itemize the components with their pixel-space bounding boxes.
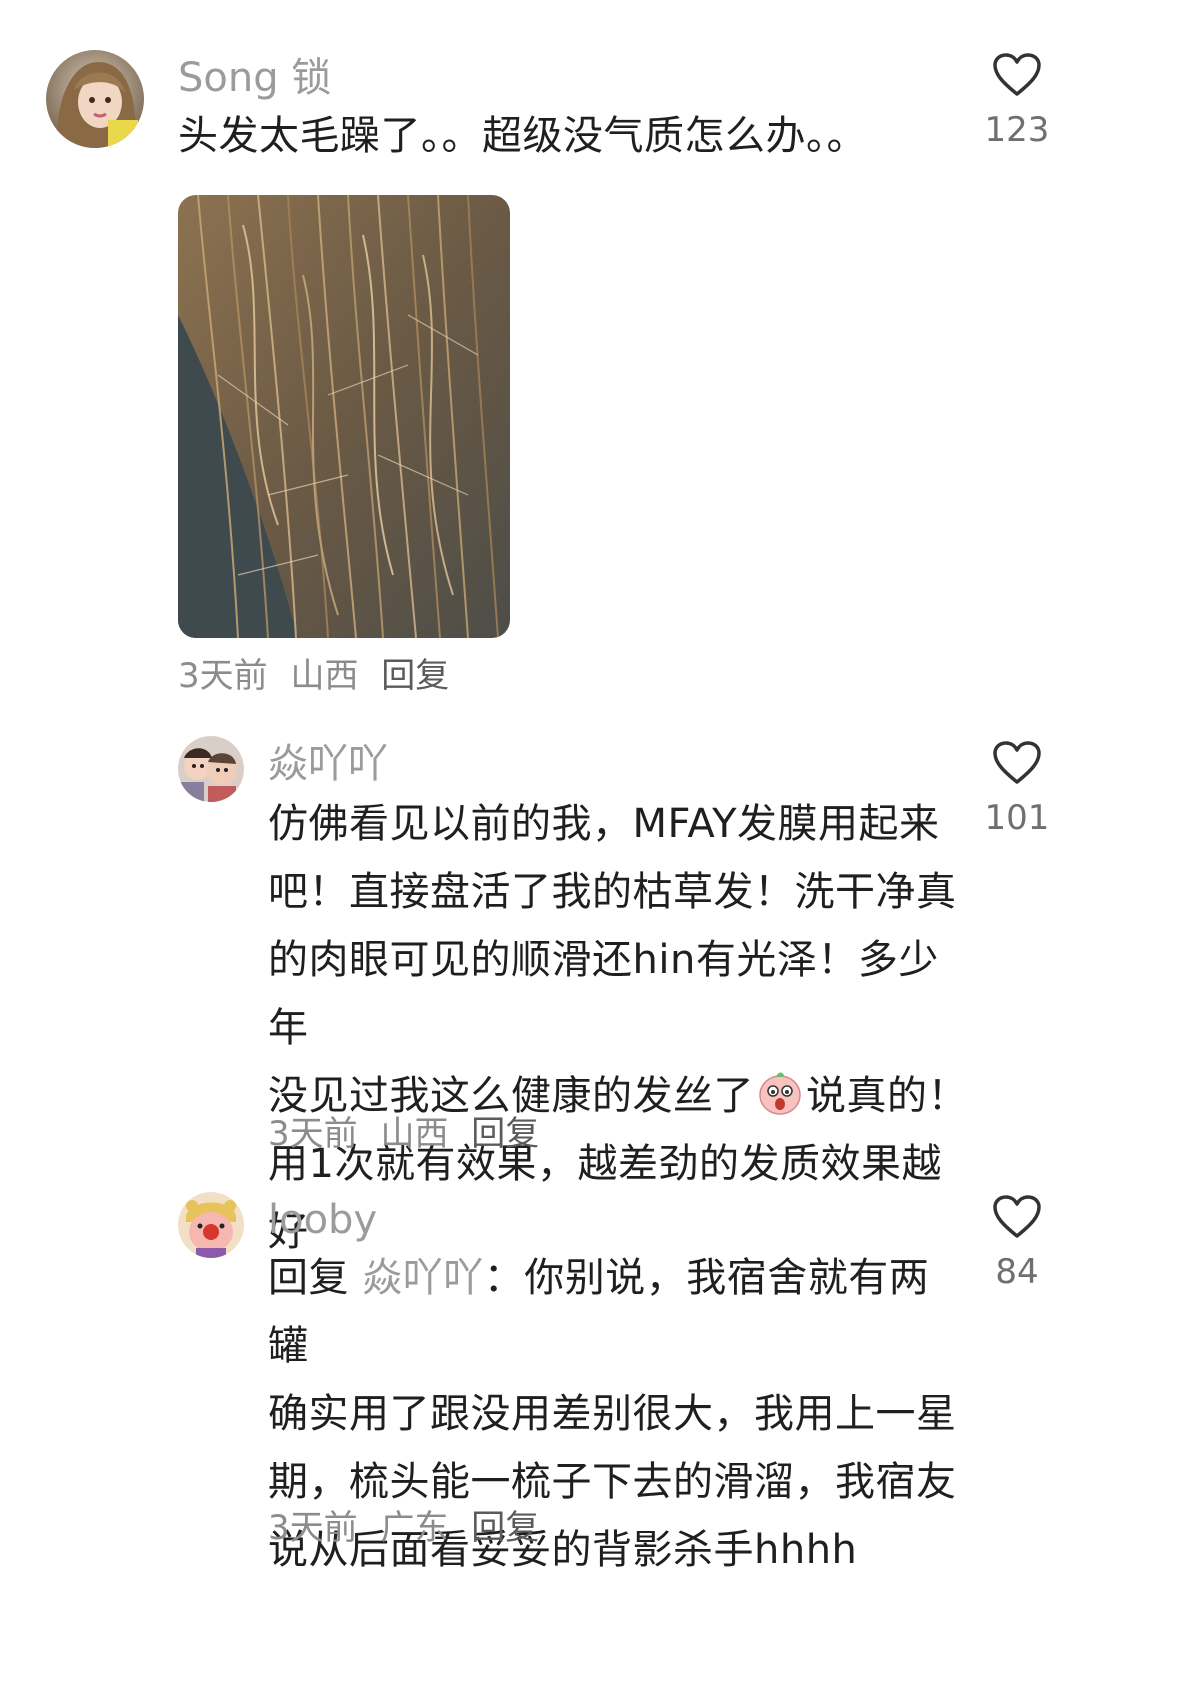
comment-text: 仿佛看见以前的我，MFAY发膜用起来 吧！直接盘活了我的枯草发！洗干净真 的肉眼… xyxy=(268,790,968,1266)
like-button[interactable]: 101 xyxy=(980,740,1054,838)
comment-line: 确实用了跟没用差别很大，我用上一星 xyxy=(268,1391,957,1437)
reply-button[interactable]: 回复 xyxy=(471,1508,539,1548)
comment-meta: 3天前 山西 回复 xyxy=(178,656,449,696)
like-count: 101 xyxy=(984,798,1050,838)
timestamp: 3天前 xyxy=(268,1508,358,1548)
heart-outline-icon[interactable] xyxy=(992,740,1042,786)
like-button[interactable]: 123 xyxy=(980,52,1054,150)
location: 广东 xyxy=(380,1508,449,1548)
like-count: 84 xyxy=(995,1252,1039,1292)
reply-colon: ： xyxy=(483,1255,525,1301)
timestamp: 3天前 xyxy=(178,656,268,696)
comment-line: 仿佛看见以前的我，MFAY发膜用起来 xyxy=(268,801,940,847)
reply-button[interactable]: 回复 xyxy=(471,1114,539,1154)
mention-link[interactable]: 焱吖吖 xyxy=(362,1255,484,1301)
comment-meta: 3天前 山西 回复 xyxy=(268,1114,539,1154)
username[interactable]: looby xyxy=(268,1196,377,1244)
comment-line: 的肉眼可见的顺滑还hin有光泽！多少年 xyxy=(268,937,939,1051)
comment-meta: 3天前 广东 回复 xyxy=(268,1508,539,1548)
heart-outline-icon[interactable] xyxy=(992,1194,1042,1240)
attached-photo[interactable] xyxy=(178,195,510,638)
comment-line-segment: 说真的！ xyxy=(806,1073,968,1119)
avatar[interactable] xyxy=(46,50,144,148)
username[interactable]: Song 锁 xyxy=(178,54,331,102)
comment-line: 吧！直接盘活了我的枯草发！洗干净真 xyxy=(268,869,957,915)
comment-text: 头发太毛躁了。。超级没气质怎么办。。 xyxy=(178,113,867,159)
comment-line: 回复 焱吖吖：你别说，我宿舍就有两罐 xyxy=(268,1244,968,1380)
location: 山西 xyxy=(380,1114,449,1154)
comment-line-segment: 没见过我这么健康的发丝了 xyxy=(268,1073,754,1119)
heart-outline-icon[interactable] xyxy=(992,52,1042,98)
username[interactable]: 焱吖吖 xyxy=(268,740,388,788)
shocked-face-emoji-icon xyxy=(759,1072,801,1115)
like-count: 123 xyxy=(984,110,1050,150)
comment-line: 期，梳头能一梳子下去的滑溜，我宿友 xyxy=(268,1459,957,1505)
location: 山西 xyxy=(290,656,359,696)
like-button[interactable]: 84 xyxy=(980,1194,1054,1292)
timestamp: 3天前 xyxy=(268,1114,358,1154)
avatar[interactable] xyxy=(178,1192,244,1258)
reply-prefix: 回复 xyxy=(268,1255,349,1301)
reply-button[interactable]: 回复 xyxy=(381,656,449,696)
avatar[interactable] xyxy=(178,736,244,802)
